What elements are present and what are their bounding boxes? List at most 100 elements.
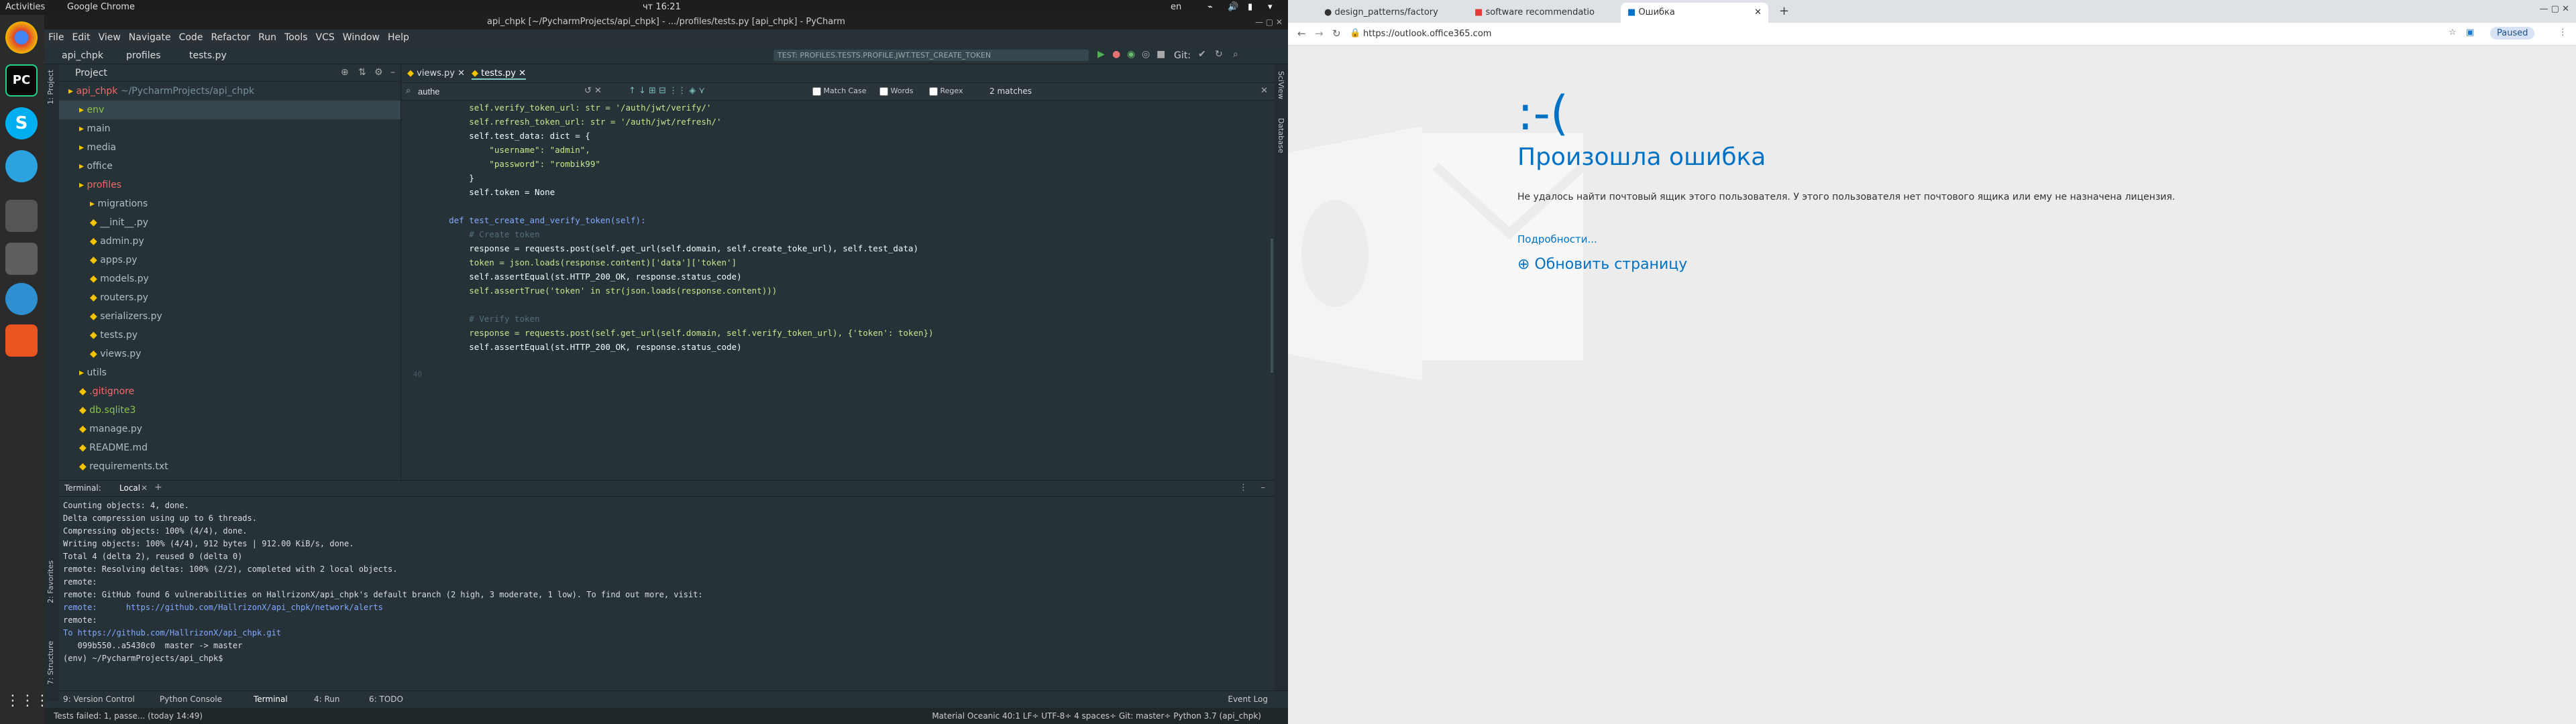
menu-refactor[interactable]: Refactor [207,29,254,46]
tool-tab-structure[interactable]: 7: Structure [46,641,55,684]
project-tree-item[interactable]: ◆ tests.py [59,326,400,345]
browser-tab[interactable]: ● design_patterns/factory [1318,3,1456,23]
tool-tab-version-control[interactable]: 9: Version Control [63,695,135,704]
project-tree-item[interactable]: ◆ manage.py [59,420,400,438]
breadcrumb-file[interactable]: tests.py [189,50,227,61]
locate-icon[interactable]: ⊕ [341,67,349,78]
activities-button[interactable]: Activities [5,2,45,12]
profile-icon[interactable]: ◎ [1142,49,1150,60]
project-tree-item[interactable]: ▸ migrations [59,194,400,213]
menu-code[interactable]: Code [175,29,207,46]
project-tree-item[interactable]: ▸ utils [59,363,400,382]
words-option[interactable]: Words [879,86,914,96]
debug-icon[interactable]: ● [1112,49,1120,60]
chrome-menu-icon[interactable]: ⋮ [2559,27,2567,38]
project-tree-item[interactable]: ◆ admin.py [59,232,400,251]
menu-edit[interactable]: Edit [68,29,94,46]
menu-help[interactable]: Help [384,29,413,46]
find-options-icon[interactable]: ↺ ✕ [584,86,602,96]
menu-tools[interactable]: Tools [280,29,312,46]
settings-icon[interactable] [5,283,38,315]
project-tree-item[interactable]: ◆ __init__.py [59,213,400,232]
lock-icon[interactable]: 🔒 [1350,28,1360,38]
url-field[interactable]: https://outlook.office365.com [1363,29,1491,39]
project-tree-item[interactable]: ▸ media [59,138,400,157]
menu-navigate[interactable]: Navigate [125,29,175,46]
back-icon[interactable]: ← [1297,27,1306,40]
terminal-output[interactable]: Counting objects: 4, done. Delta compress… [63,499,1271,687]
project-tree-item[interactable]: ◆ db.sqlite3 [59,401,400,420]
project-tree-item[interactable]: ◆ models.py [59,269,400,288]
tool-tab-python-console[interactable]: Python Console [160,695,222,704]
breadcrumb-project[interactable]: api_chpk [62,50,103,61]
forward-icon[interactable]: → [1315,27,1324,40]
telegram-icon[interactable] [5,150,38,182]
window-controls[interactable]: — ▢ ✕ [2540,4,2569,14]
project-tree-item[interactable]: ▸ env [59,101,400,119]
browser-tab-active[interactable]: ■ Ошибка ✕ [1621,3,1768,23]
vcs-history-icon[interactable]: ↻ [1215,49,1223,60]
files-icon[interactable] [5,200,38,232]
project-tree-item[interactable]: ▸ office [59,157,400,176]
event-log-button[interactable]: Event Log [1228,695,1268,704]
clock[interactable]: чт 16:21 [643,2,681,12]
skype-icon[interactable]: S [5,107,38,139]
reload-icon[interactable]: ↻ [1332,27,1341,40]
browser-tab[interactable]: ■ software recommendatio [1468,3,1606,23]
tool-tab-run[interactable]: 4: Run [314,695,340,704]
menu-vcs[interactable]: VCS [312,29,339,46]
tool-tab-favorites[interactable]: 2: Favorites [46,560,55,603]
run-configuration-select[interactable]: TEST: PROFILES.TESTS.PROFILE.JWT.TEST_CR… [773,50,1089,61]
run-icon[interactable]: ▶ [1097,49,1105,60]
vcs-update-icon[interactable]: ✔ [1198,49,1206,60]
match-case-option[interactable]: Match Case [812,86,866,96]
tool-tab-terminal[interactable]: Terminal [254,695,288,704]
project-tree-item[interactable]: ◆ serializers.py [59,307,400,326]
tool-tab-todo[interactable]: 6: TODO [369,695,403,704]
project-tree-item[interactable]: ▸ api_chpk ~/PycharmProjects/api_chpk [59,82,400,101]
editor-tab-views[interactable]: ◆ views.py ✕ [407,68,465,78]
project-view-select[interactable]: Project [75,68,107,78]
show-apps-icon[interactable]: ⋮⋮⋮ [5,685,50,717]
project-tree-item[interactable]: ◆ requirements.txt [59,457,400,476]
status-details[interactable]: Material Oceanic 40:1 LF÷ UTF-8÷ 4 space… [932,711,1261,721]
network-icon[interactable]: ⌁ [1208,2,1213,12]
bookmark-star-icon[interactable]: ☆ [2449,27,2457,38]
find-input[interactable] [418,84,566,98]
project-tree-item[interactable]: ◆ apps.py [59,251,400,269]
project-tree-item[interactable]: ▸ main [59,119,400,138]
battery-icon[interactable]: ▮ [1248,2,1252,12]
editor-scrollbar[interactable] [1271,239,1273,373]
refresh-page-link[interactable]: ⊕ Обновить страницу [1517,256,1687,273]
terminal-tab-local[interactable]: Local [119,483,140,493]
software-center-icon[interactable] [5,324,38,357]
project-tree-item[interactable]: ◆ README.md [59,438,400,457]
language-indicator[interactable]: en [1171,2,1181,12]
collapse-icon[interactable]: ⇅ [358,67,366,78]
window-controls[interactable]: — ▢ ✕ [1255,17,1283,27]
system-menu-icon[interactable]: ▾ [1268,2,1273,12]
project-tree-item[interactable]: ◆ routers.py [59,288,400,307]
project-tree-item[interactable]: ▸ profiles [59,176,400,194]
editor-tab-tests[interactable]: ◆ tests.py ✕ [472,68,526,80]
menu-view[interactable]: View [95,29,125,46]
project-tree-item[interactable]: ◆ .gitignore [59,382,400,401]
regex-checkbox[interactable] [929,86,938,96]
tool-tab-database[interactable]: Database [1277,118,1285,154]
menu-window[interactable]: Window [339,29,384,46]
stop-icon[interactable]: ■ [1157,49,1165,60]
match-case-checkbox[interactable] [812,86,821,96]
details-link[interactable]: Подробности... [1517,233,1597,245]
new-terminal-icon[interactable]: + [154,482,162,493]
words-checkbox[interactable] [879,86,888,96]
search-everywhere-icon[interactable]: ⌕ [1233,49,1238,60]
coverage-icon[interactable]: ◉ [1127,49,1135,60]
terminal-close-tab-icon[interactable]: ✕ [141,483,148,493]
find-close-icon[interactable]: ✕ [1260,86,1268,96]
menu-file[interactable]: File [44,29,68,46]
menu-run[interactable]: Run [254,29,280,46]
tool-tab-sciview[interactable]: SciView [1277,71,1285,99]
project-tree-item[interactable]: ◆ views.py [59,345,400,363]
volume-icon[interactable]: 🔊 [1228,2,1238,12]
tool-tab-project[interactable]: 1: Project [46,70,55,105]
